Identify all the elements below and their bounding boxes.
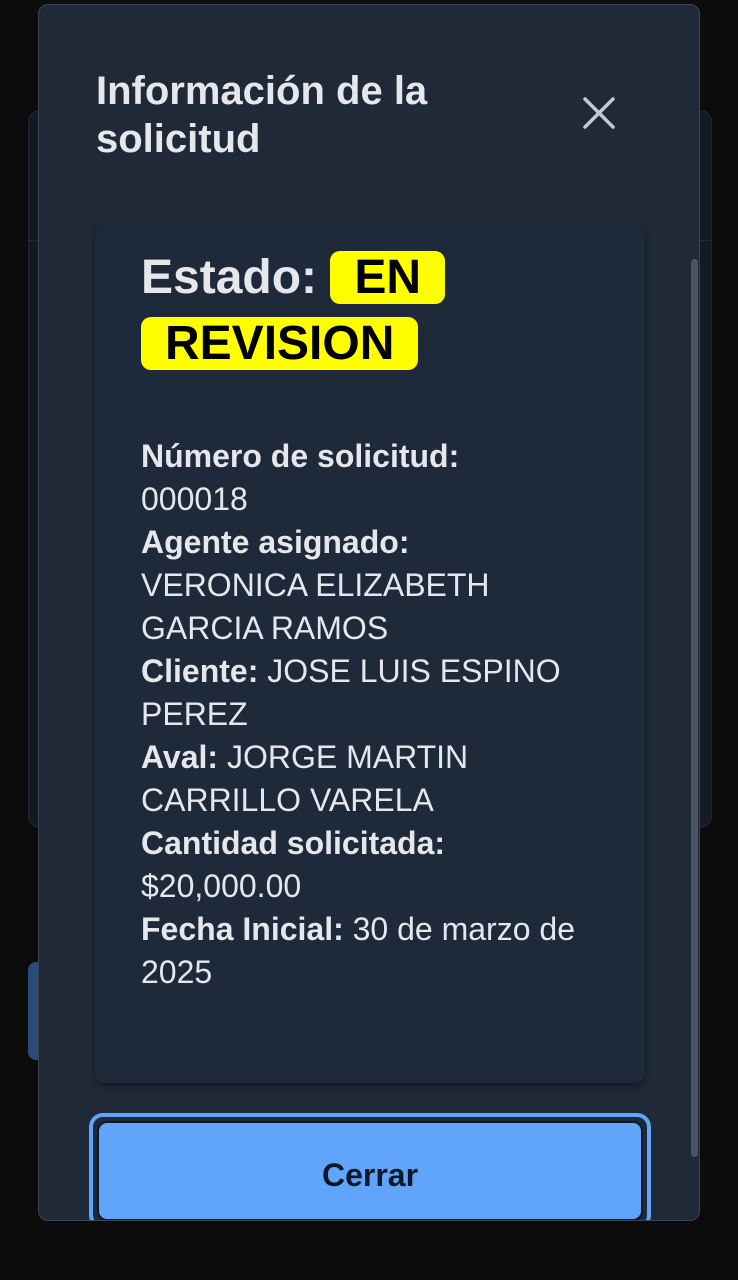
agent-value: VERONICA ELIZABETH GARCIA RAMOS bbox=[141, 567, 490, 646]
detail-client: Cliente: JOSE LUIS ESPINO PEREZ bbox=[141, 650, 611, 736]
request-info-modal: Información de la solicitud Estado: EN R… bbox=[38, 4, 700, 1221]
close-button[interactable] bbox=[573, 87, 625, 139]
scrollbar[interactable] bbox=[691, 259, 698, 1157]
status-heading: Estado: EN REVISION bbox=[141, 245, 446, 377]
detail-request-number: Número de solicitud: 000018 bbox=[141, 435, 611, 521]
detail-agent: Agente asignado: VERONICA ELIZABETH GARC… bbox=[141, 521, 611, 650]
start-date-label: Fecha Inicial: bbox=[141, 911, 344, 947]
detail-amount: Cantidad solicitada: $20,000.00 bbox=[141, 822, 611, 908]
cerrar-button[interactable]: Cerrar bbox=[97, 1121, 643, 1220]
request-details-card: Estado: EN REVISION Número de solicitud:… bbox=[95, 225, 645, 1083]
request-number-label: Número de solicitud: bbox=[141, 438, 460, 474]
modal-title: Información de la solicitud bbox=[96, 69, 428, 161]
detail-start-date: Fecha Inicial: 30 de marzo de 2025 bbox=[141, 908, 611, 994]
details-list: Número de solicitud: 000018 Agente asign… bbox=[141, 435, 611, 994]
close-action-focus-ring: Cerrar bbox=[89, 1113, 651, 1220]
amount-value: $20,000.00 bbox=[141, 868, 302, 904]
amount-label: Cantidad solicitada: bbox=[141, 825, 446, 861]
client-label: Cliente: bbox=[141, 653, 259, 689]
detail-guarantor: Aval: JORGE MARTIN CARRILLO VARELA bbox=[141, 736, 611, 822]
close-icon bbox=[583, 97, 615, 129]
guarantor-label: Aval: bbox=[141, 739, 219, 775]
agent-label: Agente asignado: bbox=[141, 524, 410, 560]
request-number-value: 000018 bbox=[141, 481, 248, 517]
status-label: Estado: bbox=[141, 251, 318, 304]
